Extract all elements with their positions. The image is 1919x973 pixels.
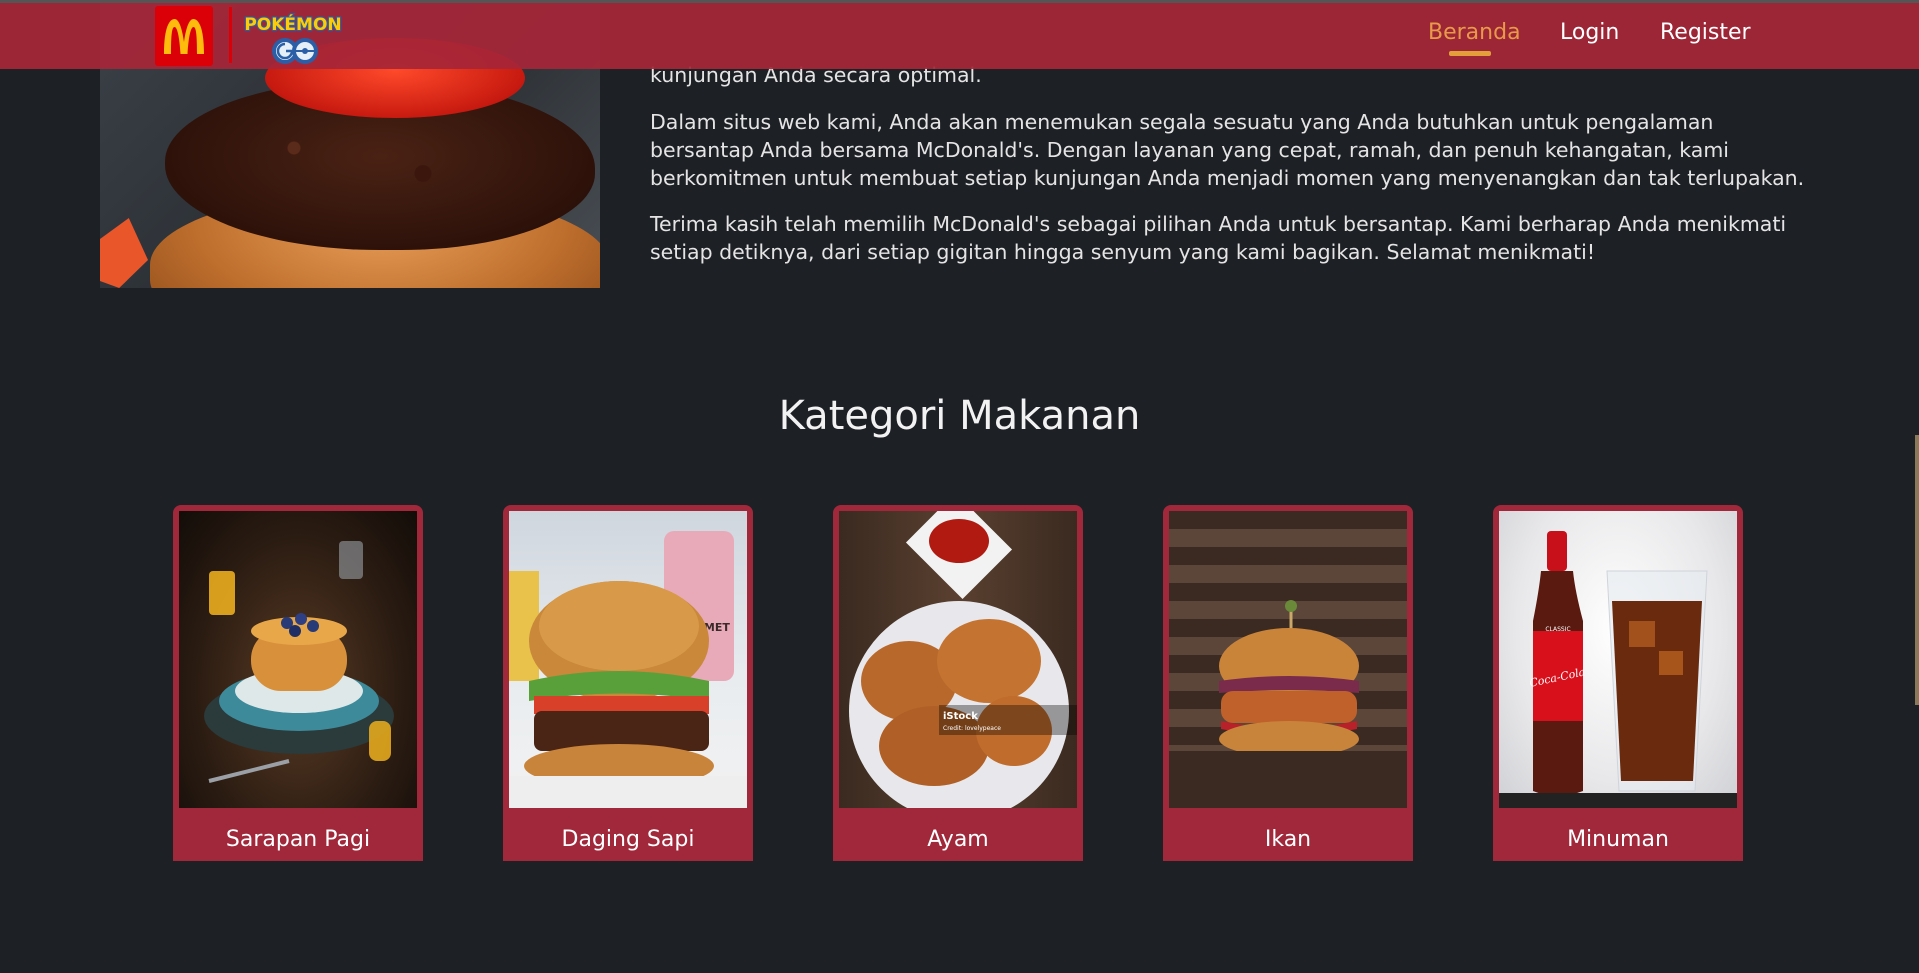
nav-link-beranda[interactable]: Beranda bbox=[1428, 20, 1521, 45]
coca-cola-photo: CLASSIC Coca-Cola bbox=[1499, 511, 1737, 808]
pokemon-go-wordmark: POKÉMON bbox=[244, 13, 341, 35]
nav-active-indicator bbox=[1449, 51, 1491, 56]
page: kunjungan Anda secara optimal. Dalam sit… bbox=[0, 0, 1919, 973]
section-title-kategori: Kategori Makanan bbox=[778, 393, 1141, 439]
category-label: Ikan bbox=[1264, 827, 1312, 852]
category-card-daging-sapi[interactable]: GOURMET Daging Sapi bbox=[503, 505, 753, 861]
nav-link-register[interactable]: Register bbox=[1660, 20, 1751, 45]
istock-credit: Credit: lovelypeace bbox=[943, 725, 1001, 732]
nav-link-login[interactable]: Login bbox=[1560, 20, 1619, 45]
coca-cola-illustration: CLASSIC Coca-Cola bbox=[1499, 531, 1737, 808]
beef-burger-photo: GOURMET bbox=[509, 511, 747, 808]
fried-chicken-illustration: iStock Credit: lovelypeace bbox=[849, 511, 1077, 808]
istock-watermark: iStock bbox=[943, 711, 978, 722]
logo-divider bbox=[229, 7, 232, 63]
about-paragraph-2: Dalam situs web kami, Anda akan menemuka… bbox=[650, 110, 1805, 190]
category-label: Sarapan Pagi bbox=[225, 827, 371, 852]
bottle-badge: CLASSIC bbox=[1545, 626, 1570, 633]
category-card-sarapan-pagi[interactable]: Sarapan Pagi bbox=[173, 505, 423, 861]
fish-burger-illustration bbox=[1169, 600, 1407, 808]
fried-chicken-photo: iStock Credit: lovelypeace bbox=[839, 511, 1077, 808]
category-label: Minuman bbox=[1567, 827, 1669, 852]
about-paragraph-3: Terima kasih telah memilih McDonald's se… bbox=[650, 212, 1787, 264]
category-card-ayam[interactable]: iStock Credit: lovelypeace Ayam bbox=[833, 505, 1083, 861]
category-label: Ayam bbox=[927, 827, 989, 852]
navbar: POKÉMON Beranda Login Register bbox=[0, 0, 1919, 69]
pokemon-go-logo[interactable]: POKÉMON bbox=[243, 6, 343, 68]
category-label: Daging Sapi bbox=[561, 827, 695, 852]
category-card-ikan[interactable]: Ikan bbox=[1163, 505, 1413, 861]
category-card-minuman[interactable]: CLASSIC Coca-Cola Minuman bbox=[1493, 505, 1743, 861]
pancakes-illustration bbox=[204, 541, 394, 783]
pokemon-go-icon: POKÉMON bbox=[243, 12, 343, 64]
golden-arches-icon bbox=[164, 19, 204, 54]
mcdonalds-logo[interactable] bbox=[155, 6, 213, 66]
fish-burger-photo bbox=[1169, 511, 1407, 808]
scrollbar-thumb[interactable] bbox=[1915, 435, 1919, 705]
recycle-logo-icon bbox=[100, 218, 148, 288]
beef-burger-illustration: GOURMET bbox=[509, 531, 747, 808]
pancakes-photo bbox=[179, 511, 417, 808]
